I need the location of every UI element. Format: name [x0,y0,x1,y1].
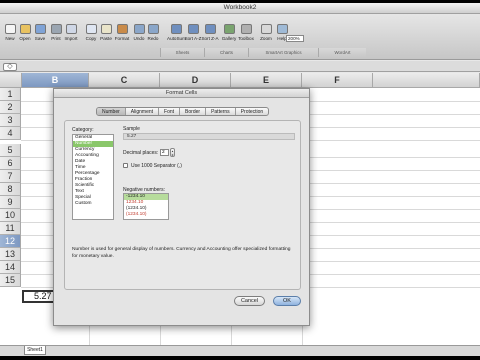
open-icon[interactable] [20,24,31,34]
column-header-d[interactable]: D [160,73,231,88]
dialog-title: Format Cells [54,89,309,98]
row-header-1[interactable]: 1 [0,88,21,101]
format-cells-dialog: Format Cells Number Alignment Font Border Pa… [53,88,310,326]
toolbar-label-12[interactable]: Sort Z-A [201,36,219,41]
zoom-input[interactable]: 200% [286,35,304,42]
sort-za-icon[interactable] [205,24,216,34]
row-header-8[interactable]: 8 [0,183,21,196]
title-bar: Workbook2 [0,3,480,14]
row-header-7[interactable]: 7 [0,170,21,183]
tab-protection[interactable]: Protection [236,108,269,115]
negative-option-3[interactable]: (1234.10) [124,212,168,218]
sheet-tab-bar: Sheet1 [0,345,480,356]
undo-icon[interactable] [134,24,145,34]
redo-icon[interactable] [148,24,159,34]
save-icon[interactable] [35,24,46,34]
column-header-next[interactable] [373,73,480,88]
row-header-15[interactable]: 15 [0,274,21,287]
sample-label: Sample [123,126,140,132]
row-header-10[interactable]: 10 [0,209,21,222]
toolbar-label-14[interactable]: Toolbox [237,36,255,41]
row-header-4[interactable]: 4 [0,127,21,140]
row-header-13[interactable]: 13 [0,248,21,261]
ribbon-tab-0[interactable]: Sheets [160,48,204,57]
tab-font[interactable]: Font [159,108,181,115]
row-header-3[interactable]: 3 [0,114,21,127]
excel-window: Workbook2 New Open Save Print Import Copy Past… [0,3,480,356]
row-header-2[interactable]: 2 [0,101,21,114]
copy-icon[interactable] [86,24,97,34]
toolbar-label-9[interactable]: Redo [144,36,162,41]
toolbox-icon[interactable] [241,24,252,34]
row-header-12[interactable]: 12 [0,235,21,248]
name-box[interactable]: ◇ [3,63,17,71]
paste-icon[interactable] [101,24,112,34]
ribbon-tab-1[interactable]: Charts [204,48,248,57]
dialog-tab-bar: Number Alignment Font Border Patterns Protect… [96,107,270,116]
number-tab-panel: Category: General Number Currency Accountin… [64,120,301,290]
thousands-separator-checkbox[interactable] [123,163,128,168]
ok-button[interactable]: OK [273,296,301,306]
row-header-9[interactable]: 9 [0,196,21,209]
toolbar-label-13[interactable]: Gallery [220,36,238,41]
decimal-places-input[interactable]: 2 [160,149,169,156]
toolbar-label-10[interactable]: AutoSum [167,36,186,41]
category-description: Number is used for general display of nu… [72,247,291,259]
help-icon[interactable] [277,24,288,34]
decimal-places-label: Decimal places: [123,150,159,156]
tab-number[interactable]: Number [97,108,126,115]
standard-toolbar: New Open Save Print Import Copy Paste Format Und… [0,14,480,60]
row-header-6[interactable]: 6 [0,157,21,170]
sheet-tab-sheet1[interactable]: Sheet1 [24,346,46,355]
row-header-11[interactable]: 11 [0,222,21,235]
window-title: Workbook2 [223,4,257,11]
column-header-b[interactable]: B [22,73,89,88]
tab-alignment[interactable]: Alignment [126,108,160,115]
category-custom[interactable]: Custom [73,201,113,207]
zoom-icon[interactable] [261,24,272,34]
print-icon[interactable] [51,24,62,34]
category-list[interactable]: General Number Currency Accounting Date Time P… [72,134,114,220]
new-icon[interactable] [5,24,16,34]
toolbar-label-11[interactable]: Sort A-Z [184,36,202,41]
row-header-5[interactable]: 5 [0,144,21,157]
toolbar-label-4[interactable]: Import [62,36,80,41]
negative-numbers-list[interactable]: -1234.10 1234.10 (1234.10) (1234.10) [123,193,169,220]
formula-bar: ◇ [0,61,480,72]
tab-patterns[interactable]: Patterns [206,108,236,115]
column-header-f[interactable]: F [302,73,373,88]
row-header-14[interactable]: 14 [0,261,21,274]
sort-az-icon[interactable] [188,24,199,34]
sample-preview: 5.27 [123,133,295,140]
autosum-icon[interactable] [171,24,182,34]
import-icon[interactable] [66,24,77,34]
toolbar-label-7[interactable]: Format [113,36,131,41]
screen: Workbook2 New Open Save Print Import Copy Past… [0,0,480,360]
column-header-e[interactable]: E [231,73,302,88]
select-all-corner[interactable] [0,73,22,88]
cancel-button[interactable]: Cancel [234,296,265,306]
ribbon-tab-3[interactable]: WordArt [318,48,366,57]
decimal-places-stepper[interactable]: ▴ ▾ [170,148,175,157]
thousands-separator-label: Use 1000 Separator (,) [131,163,182,169]
gallery-icon[interactable] [224,24,235,34]
format-icon[interactable] [117,24,128,34]
tab-border[interactable]: Border [180,108,207,115]
category-label: Category: [72,127,94,133]
column-header-c[interactable]: C [89,73,160,88]
ribbon-group-bar: Sheets Charts SmartArt Graphics WordArt [0,48,480,57]
ribbon-tab-2[interactable]: SmartArt Graphics [248,48,318,57]
